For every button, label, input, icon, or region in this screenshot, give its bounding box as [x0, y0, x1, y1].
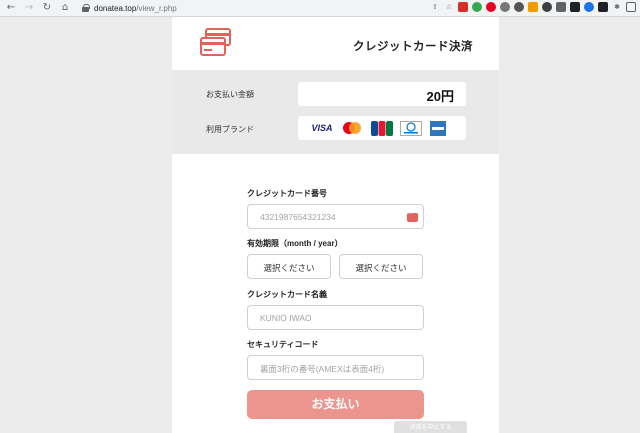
extension-rss-icon[interactable]	[528, 2, 538, 12]
mastercard-icon	[340, 121, 364, 135]
extension-clock-icon[interactable]	[500, 2, 510, 12]
extension-blue-icon[interactable]	[584, 2, 594, 12]
expiry-month-select[interactable]: 選択ください	[247, 254, 331, 279]
brand-label: 利用ブランド	[206, 125, 254, 134]
card-number-label: クレジットカード番号	[247, 189, 327, 198]
expiry-month-value: 選択ください	[263, 263, 315, 273]
amount-value: 20円	[426, 89, 454, 104]
payment-summary: お支払い金額 20円 利用ブランド VISA	[172, 70, 499, 154]
forward-icon[interactable]: →	[22, 1, 36, 15]
security-code-label: セキュリティコード	[247, 340, 319, 349]
visa-icon: VISA	[311, 123, 333, 133]
payment-header: クレジットカード決済	[172, 17, 499, 70]
security-code-input[interactable]: 裏面3桁の番号(AMEXは表面4桁)	[247, 355, 424, 380]
cardholder-name-input[interactable]: KUNIO IWAO	[247, 305, 424, 330]
expiry-year-value: 選択ください	[355, 263, 407, 273]
expiry-label: 有効期限（month / year）	[247, 239, 343, 248]
star-icon[interactable]: ☆	[444, 2, 454, 12]
card-number-placeholder: 4321987654321234	[260, 212, 336, 222]
extension-gray-icon[interactable]	[514, 2, 524, 12]
extension-red-icon[interactable]	[458, 2, 468, 12]
puzzle-icon[interactable]: ✱	[612, 2, 622, 12]
amount-label: お支払い金額	[206, 90, 254, 99]
share-icon[interactable]: ⇧	[430, 2, 440, 12]
extension-green-icon[interactable]	[472, 2, 482, 12]
diners-icon	[400, 120, 422, 136]
jcb-icon	[371, 120, 393, 136]
sidebar-icon[interactable]	[626, 2, 636, 12]
credit-card-icon	[200, 28, 231, 56]
home-icon[interactable]: ⌂	[58, 1, 72, 15]
url-text: donatea.top/view_r.php	[94, 3, 177, 13]
expiry-year-select[interactable]: 選択ください	[339, 254, 423, 279]
cardholder-name-placeholder: KUNIO IWAO	[260, 313, 312, 323]
extension-glasses-icon[interactable]	[570, 2, 580, 12]
cancel-button[interactable]: 決済を中止する	[394, 421, 467, 433]
page-viewport: クレジットカード決済 お支払い金額 20円 利用ブランド VISA クレジットカ…	[0, 17, 640, 433]
extension-icons: ⇧ ☆ ✱	[430, 2, 636, 12]
card-autofill-icon[interactable]	[407, 209, 418, 222]
security-code-placeholder: 裏面3桁の番号(AMEXは表面4桁)	[260, 364, 385, 374]
address-bar[interactable]: donatea.top/view_r.php	[78, 2, 177, 15]
back-icon[interactable]: ←	[4, 1, 18, 15]
card-number-input[interactable]: 4321987654321234	[247, 204, 424, 229]
payment-card: クレジットカード決済 お支払い金額 20円 利用ブランド VISA クレジットカ…	[172, 17, 499, 433]
pay-button[interactable]: お支払い	[247, 390, 424, 419]
browser-toolbar: ← → ↻ ⌂ donatea.top/view_r.php ⇧ ☆ ✱	[0, 0, 640, 17]
amex-icon	[429, 120, 447, 136]
amount-box: 20円	[298, 82, 466, 106]
lock-icon	[82, 4, 90, 12]
extension-doc-icon[interactable]	[556, 2, 566, 12]
reload-icon[interactable]: ↻	[40, 1, 54, 15]
page-title: クレジットカード決済	[353, 41, 473, 53]
extension-pinterest-icon[interactable]	[486, 2, 496, 12]
extension-gear-icon[interactable]	[542, 2, 552, 12]
cardholder-name-label: クレジットカード名義	[247, 290, 327, 299]
brand-list: VISA	[298, 116, 466, 140]
extension-box-icon[interactable]	[598, 2, 608, 12]
